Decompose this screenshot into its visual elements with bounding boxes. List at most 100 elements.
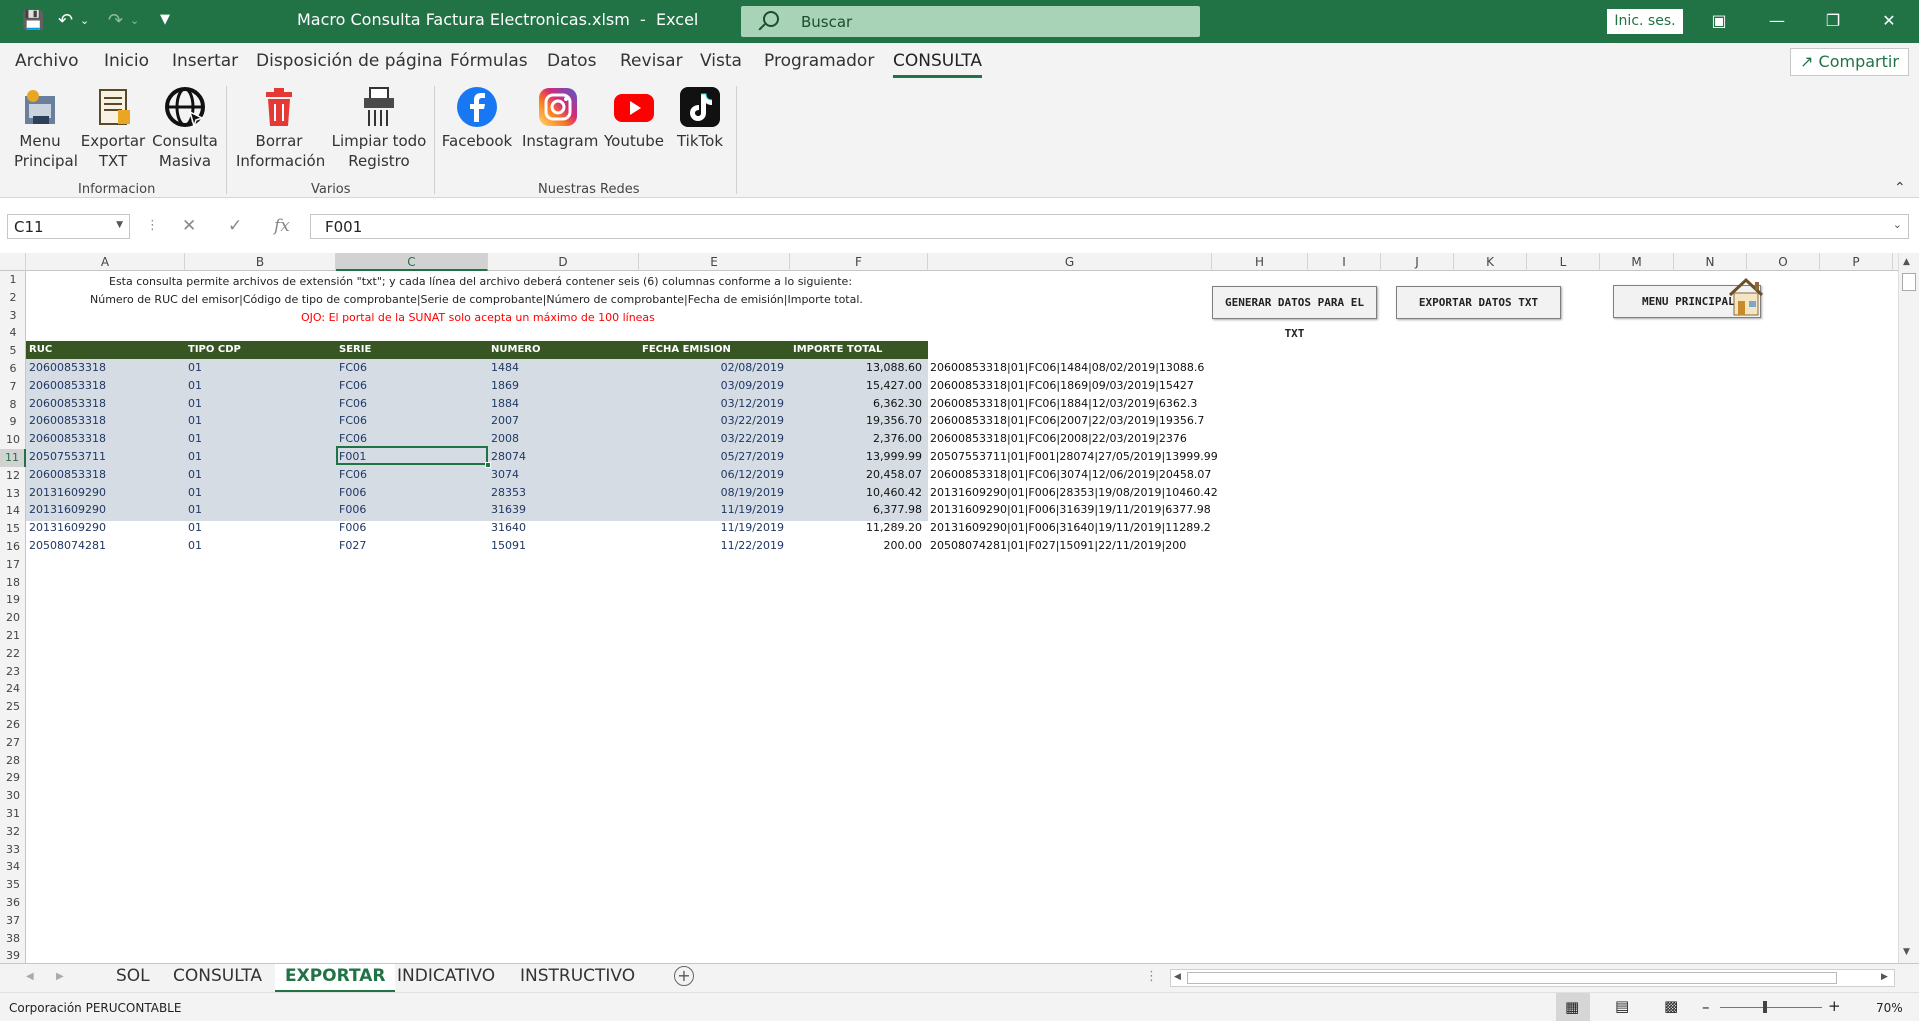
table-cell[interactable]: 01 <box>188 484 202 502</box>
col-header-o[interactable]: O <box>1747 253 1820 271</box>
row-header[interactable]: 20 <box>0 609 26 627</box>
cancel-icon[interactable]: ✕ <box>182 216 196 236</box>
tab-splitter-icon[interactable]: ⋮ <box>1145 969 1158 984</box>
txt-output-cell[interactable]: 20600853318|01|FC06|1884|12/03/2019|6362… <box>930 395 1197 413</box>
table-cell[interactable]: 13,088.60 <box>790 359 922 377</box>
row-header[interactable]: 15 <box>0 520 26 538</box>
col-header-k[interactable]: K <box>1454 253 1527 271</box>
row-header[interactable]: 33 <box>0 841 26 859</box>
row-header[interactable]: 14 <box>0 502 26 520</box>
row-header[interactable]: 6 <box>0 360 26 378</box>
formula-input[interactable]: F001 ⌄ <box>310 214 1909 239</box>
table-cell[interactable]: 2008 <box>491 430 519 448</box>
row-header[interactable]: 13 <box>0 485 26 503</box>
fill-handle[interactable] <box>485 462 491 468</box>
table-cell[interactable]: FC06 <box>339 466 367 484</box>
table-cell[interactable]: 11/22/2019 <box>639 537 784 555</box>
facebook-button[interactable]: Facebook <box>441 86 513 151</box>
table-cell[interactable]: 1884 <box>491 395 519 413</box>
table-cell[interactable]: 01 <box>188 412 202 430</box>
table-cell[interactable]: 11/19/2019 <box>639 519 784 537</box>
table-cell[interactable]: F027 <box>339 537 366 555</box>
zoom-slider[interactable] <box>1720 1007 1822 1008</box>
txt-output-cell[interactable]: 20600853318|01|FC06|2007|22/03/2019|1935… <box>930 412 1204 430</box>
table-cell[interactable]: 20131609290 <box>29 519 106 537</box>
table-cell[interactable]: 03/22/2019 <box>639 412 784 430</box>
table-cell[interactable]: 200.00 <box>790 537 923 555</box>
txt-output-cell[interactable]: 20508074281|01|F027|15091|22/11/2019|200 <box>930 537 1186 555</box>
active-cell-c11[interactable] <box>336 446 488 465</box>
row-header[interactable]: 37 <box>0 912 26 930</box>
ribbon-display-icon[interactable]: ▣ <box>1704 8 1734 34</box>
table-cell[interactable]: 02/08/2019 <box>639 359 784 377</box>
txt-output-cell[interactable]: 20507553711|01|F001|28074|27/05/2019|139… <box>930 448 1218 466</box>
scroll-right-icon[interactable]: ▶ <box>1881 972 1888 982</box>
save-icon[interactable]: 💾 <box>22 10 44 31</box>
table-cell[interactable]: 20600853318 <box>29 395 106 413</box>
vertical-scrollbar[interactable]: ▲ ▼ <box>1898 253 1919 963</box>
exportar-datos-button[interactable]: EXPORTAR DATOS TXT <box>1396 286 1561 319</box>
txt-output-cell[interactable]: 20600853318|01|FC06|1484|08/02/2019|1308… <box>930 359 1204 377</box>
info-line-1[interactable]: Esta consulta permite archivos de extens… <box>109 273 852 291</box>
search-box[interactable]: Buscar <box>741 6 1200 37</box>
table-header-cell[interactable]: SERIE <box>339 341 371 359</box>
row-header[interactable]: 23 <box>0 663 26 681</box>
sheet-tab-instructivo[interactable]: INSTRUCTIVO <box>520 966 635 986</box>
tab-consulta[interactable]: CONSULTA <box>893 51 983 78</box>
name-box[interactable]: C11 ▼ <box>7 214 130 239</box>
sheet-tab-indicativo[interactable]: INDICATIVO <box>397 966 495 986</box>
txt-output-cell[interactable]: 20131609290|01|F006|28353|19/08/2019|104… <box>930 484 1218 502</box>
table-header-cell[interactable]: IMPORTE TOTAL <box>793 341 882 359</box>
col-header-a[interactable]: A <box>26 253 185 271</box>
row-header[interactable]: 26 <box>0 716 26 734</box>
row-header[interactable]: 16 <box>0 538 26 556</box>
col-header-f[interactable]: F <box>790 253 928 271</box>
row-header[interactable]: 11 <box>0 449 26 467</box>
table-cell[interactable]: 01 <box>188 377 202 395</box>
row-header[interactable]: 28 <box>0 752 26 770</box>
info-line-2[interactable]: Número de RUC del emisor|Código de tipo … <box>90 291 863 309</box>
table-cell[interactable]: 11,289.20 <box>790 519 922 537</box>
table-cell[interactable]: 01 <box>188 537 202 555</box>
tab-disposicion[interactable]: Disposición de página <box>256 51 443 71</box>
horizontal-scroll-thumb[interactable] <box>1187 972 1837 984</box>
zoom-out-icon[interactable]: – <box>1702 998 1710 1016</box>
table-cell[interactable]: 13,999.99 <box>790 448 922 466</box>
row-header[interactable]: 3 <box>0 307 26 325</box>
table-header-cell[interactable]: FECHA EMISION <box>642 341 731 359</box>
horizontal-scrollbar[interactable]: ◀ ▶ <box>1170 969 1895 987</box>
table-cell[interactable]: 20600853318 <box>29 377 106 395</box>
tab-archivo[interactable]: Archivo <box>15 51 79 71</box>
enter-icon[interactable]: ✓ <box>228 216 242 236</box>
table-cell[interactable]: 1484 <box>491 359 519 377</box>
table-cell[interactable]: 01 <box>188 448 202 466</box>
table-cell[interactable]: 08/19/2019 <box>639 484 784 502</box>
table-cell[interactable]: 01 <box>188 519 202 537</box>
row-header[interactable]: 18 <box>0 574 26 592</box>
txt-output-cell[interactable]: 20131609290|01|F006|31639|19/11/2019|637… <box>930 501 1211 519</box>
table-cell[interactable]: 2007 <box>491 412 519 430</box>
table-cell[interactable]: 11/19/2019 <box>639 501 784 519</box>
table-cell[interactable]: 1869 <box>491 377 519 395</box>
undo-dropdown-icon[interactable]: ⌄ <box>80 14 89 27</box>
row-header[interactable]: 12 <box>0 467 26 485</box>
col-header-l[interactable]: L <box>1527 253 1600 271</box>
tab-programador[interactable]: Programador <box>764 51 874 71</box>
txt-output-cell[interactable]: 20600853318|01|FC06|2008|22/03/2019|2376 <box>930 430 1187 448</box>
add-sheet-icon[interactable]: + <box>674 966 694 986</box>
table-cell[interactable]: 6,377.98 <box>790 501 922 519</box>
table-cell[interactable]: 20600853318 <box>29 430 106 448</box>
minimize-button[interactable]: — <box>1762 8 1792 34</box>
vertical-scroll-thumb[interactable] <box>1902 273 1916 291</box>
table-cell[interactable]: 31640 <box>491 519 526 537</box>
row-header[interactable]: 8 <box>0 396 26 414</box>
tiktok-button[interactable]: TikTok <box>674 86 726 151</box>
signin-button[interactable]: Inic. ses. <box>1607 9 1683 34</box>
row-header[interactable]: 22 <box>0 645 26 663</box>
page-break-view-icon[interactable]: ▩ <box>1664 997 1678 1015</box>
table-cell[interactable]: 28074 <box>491 448 526 466</box>
col-header-j[interactable]: J <box>1381 253 1454 271</box>
close-button[interactable]: ✕ <box>1874 8 1904 34</box>
row-header[interactable]: 5 <box>0 342 26 360</box>
tab-vista[interactable]: Vista <box>700 51 742 71</box>
